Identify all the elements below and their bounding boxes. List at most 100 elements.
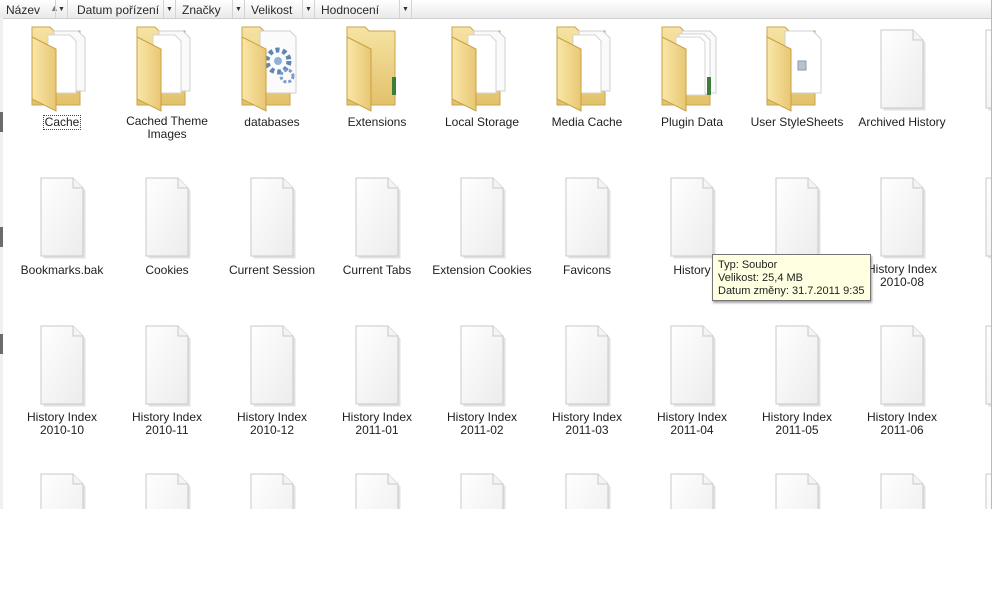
chevron-down-icon[interactable]: ▼ [302,0,314,18]
file-icon [115,463,219,509]
folder-icon [745,19,849,115]
file-icon [955,463,991,509]
item-label: History Index 2011-06 [866,410,938,437]
column-header-label: Hodnocení [321,3,380,17]
file-icon [535,315,639,411]
column-header-tags[interactable]: Značky ▼ [176,0,245,18]
folder-icon [325,19,429,115]
file-icon [640,167,744,263]
file-item[interactable] [640,463,744,509]
file-item[interactable]: History Index 2011-05 [745,315,849,437]
file-item[interactable]: History Index 2011-06 [850,315,954,437]
item-label: User StyleSheets [750,115,844,129]
folder-item[interactable]: Extensions [325,19,429,129]
folder-item[interactable]: Plugin Data [640,19,744,129]
column-header-date-taken[interactable]: Datum pořízení ▼ [68,0,176,18]
item-label: History Index 2010-12 [236,410,308,437]
file-item[interactable]: Current Tabs [325,167,429,277]
folder-item[interactable]: Cache [10,19,114,130]
item-label: Cached Theme Images [126,114,208,141]
file-icon [955,167,991,263]
item-label: Bookmarks.bak [20,263,104,277]
file-item[interactable]: History Index 2010-12 [220,315,324,437]
file-item[interactable]: Bookmarks.bak [10,167,114,277]
item-label: databases [244,115,300,129]
item-label: Favicons [562,263,612,277]
item-label: History Index 2011-01 [341,410,413,437]
file-icon [430,167,534,263]
folder-icon [640,19,744,115]
folder-item[interactable]: Media Cache [535,19,639,129]
file-icon [10,167,114,263]
file-icon [325,463,429,509]
item-label: Media Cache [551,115,623,129]
right-border [991,0,1000,509]
file-icon [220,315,324,411]
file-icon [535,463,639,509]
item-label: Cookies [145,263,189,277]
folder-item[interactable]: databases [220,19,324,129]
chevron-down-icon[interactable]: ▼ [232,0,244,18]
file-item[interactable] [955,463,991,509]
column-header-size[interactable]: Velikost ▼ [245,0,315,18]
file-item[interactable]: Extension Cookies [430,167,534,277]
folder-icon [115,19,219,115]
column-header-rating[interactable]: Hodnocení ▼ [315,0,412,18]
file-icon [745,463,849,509]
file-icon [325,315,429,411]
file-icon [640,463,744,509]
item-label: Cache [42,115,82,130]
file-item[interactable]: History Index 2011-03 [535,315,639,437]
column-header-name[interactable]: Název ▲ ▼ [0,0,68,18]
folder-item[interactable]: Cached Theme Images [115,19,219,141]
file-icon [850,167,954,263]
file-item[interactable]: Hist 2 [955,315,991,425]
file-item[interactable]: History Index 2010-10 [10,315,114,437]
file-item[interactable] [850,463,954,509]
folder-icon [430,19,534,115]
item-label: History Index 2010-10 [26,410,98,437]
file-icon [745,315,849,411]
chevron-down-icon[interactable]: ▼ [399,0,411,18]
file-item[interactable]: Current Session [220,167,324,277]
file-icon [850,19,954,115]
file-item[interactable] [430,463,534,509]
folder-item[interactable]: Local Storage [430,19,534,129]
item-label: Extension Cookies [432,263,532,277]
file-item[interactable] [115,463,219,509]
file-icon [850,463,954,509]
tooltip-date: Datum změny: 31.7.2011 9:35 [718,285,865,297]
tooltip-type: Typ: Soubor [718,259,778,271]
file-item[interactable] [325,463,429,509]
item-label: History Index 2011-03 [551,410,623,437]
file-item[interactable]: History Index 2010-11 [115,315,219,437]
file-item[interactable]: History Index 2011-02 [430,315,534,437]
item-label: History Index 2010-11 [131,410,203,437]
file-item[interactable] [745,463,849,509]
file-item[interactable]: Favicons [535,167,639,277]
file-icon [850,315,954,411]
file-item[interactable]: Cookies [115,167,219,277]
file-item[interactable]: Bo [955,19,991,129]
file-item[interactable]: Archived History [850,19,954,129]
chevron-down-icon[interactable]: ▼ [55,0,67,18]
column-header-label: Název [6,3,41,17]
item-label: History Index 2011-02 [446,410,518,437]
file-item[interactable] [220,463,324,509]
item-label: History [673,263,711,277]
file-item[interactable]: History Index 2011-04 [640,315,744,437]
tooltip-size: Velikost: 25,4 MB [718,272,803,284]
item-label: Plugin Data [660,115,724,129]
file-item[interactable] [535,463,639,509]
folder-item[interactable]: User StyleSheets [745,19,849,129]
chevron-down-icon[interactable]: ▼ [163,0,175,18]
file-item[interactable] [10,463,114,509]
item-label: History Index 2011-04 [656,410,728,437]
item-label: Current Tabs [342,263,412,277]
file-item[interactable]: History Index 2011-01 [325,315,429,437]
column-header-bar: Název ▲ ▼ Datum pořízení ▼ Značky ▼ Veli… [0,0,991,19]
file-icon [115,167,219,263]
file-item[interactable]: Hist 2 [955,167,991,277]
file-icon [10,463,114,509]
column-header-label: Datum pořízení [77,3,160,17]
